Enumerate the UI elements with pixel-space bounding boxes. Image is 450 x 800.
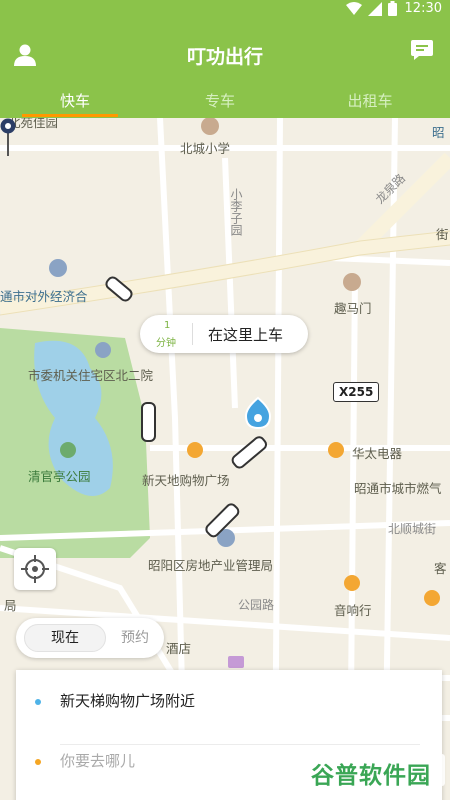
status-time: 12:30 <box>404 1 442 16</box>
watermark-text: 谷普软件园 <box>311 763 431 789</box>
map-label-xintiandi: 新天地购物广场 <box>142 473 230 488</box>
pickup-label: 在这里上车 <box>208 326 284 344</box>
map-label-zhao-edge: 昭 <box>432 125 445 140</box>
map-label-zhaotong-city: 昭通市城市燃气 <box>354 481 442 496</box>
ride-time-toggle: 现在 预约 <box>16 618 164 658</box>
app-header: 叮功出行 快车 专车 出租车 <box>0 20 450 118</box>
map-label-hotel: 酒店 <box>166 641 192 656</box>
map-label-gongyuan: 公园路 <box>238 598 275 612</box>
map-label-ju: 局 <box>4 598 17 613</box>
map-label-qingguanting: 清官亭公园 <box>28 469 91 484</box>
wifi-icon <box>345 1 362 15</box>
car-icon <box>141 402 156 442</box>
map-label-taihua: 华太电器 <box>352 446 403 461</box>
watermark-logo: 谷普软件园 <box>305 752 445 789</box>
locate-me-button[interactable] <box>14 548 56 590</box>
map-label-yinxiang: 音响行 <box>334 603 372 618</box>
map-label-zhaoyang-bureau: 昭阳区房地产业管理局 <box>148 558 274 573</box>
road-sign-x255: X255 <box>333 382 380 402</box>
pickup-pin-icon <box>0 118 16 156</box>
status-bar: 12:30 <box>0 0 450 20</box>
pickup-eta-unit: 分钟 <box>156 338 176 349</box>
tab-taxi[interactable]: 出租车 <box>295 90 445 111</box>
map-label-economic: 通市对外经济合 <box>0 289 88 304</box>
tab-premium[interactable]: 专车 <box>145 90 295 111</box>
map-label-qumamen: 趣马门 <box>334 301 372 316</box>
pickup-point-bubble[interactable]: 1 分钟 在这里上车 <box>140 315 308 353</box>
pickup-eta-value: 1 <box>164 320 171 331</box>
map-label-jie-right: 街 <box>436 227 449 242</box>
destination-dot-icon <box>35 759 41 765</box>
message-icon[interactable] <box>410 38 434 62</box>
pickup-divider <box>192 323 193 345</box>
crosshair-icon <box>21 555 49 583</box>
app-title: 叮功出行 <box>186 46 263 68</box>
now-option[interactable]: 现在 <box>24 624 106 652</box>
battery-icon <box>387 1 397 16</box>
map-label-xiaoli: 小李子园 <box>229 188 243 236</box>
status-icons: 12:30 <box>345 1 442 16</box>
map-label-ke: 客 <box>434 561 447 576</box>
map-label-north-school: 北城小学 <box>180 141 231 156</box>
signal-icon <box>367 1 382 16</box>
service-tabs: 快车 专车 出租车 <box>0 86 450 118</box>
active-tab-indicator <box>22 114 118 117</box>
reserve-option[interactable]: 预约 <box>110 624 160 652</box>
pickup-address-row[interactable]: 新天梯购物广场附近 <box>16 670 442 732</box>
tab-express[interactable]: 快车 <box>0 90 150 111</box>
pickup-address-text: 新天梯购物广场附近 <box>60 692 196 710</box>
pickup-dot-icon <box>35 699 41 705</box>
destination-input[interactable]: 你要去哪儿 <box>60 750 135 771</box>
map-view[interactable]: 北苑佳园 北城小学 小李子园 通市对外经济合 趣马门 市委机关住宅区北二院 清官… <box>0 118 450 800</box>
map-label-committee: 市委机关住宅区北二院 <box>28 368 154 383</box>
map-label-beishun: 北顺城街 <box>388 522 437 536</box>
